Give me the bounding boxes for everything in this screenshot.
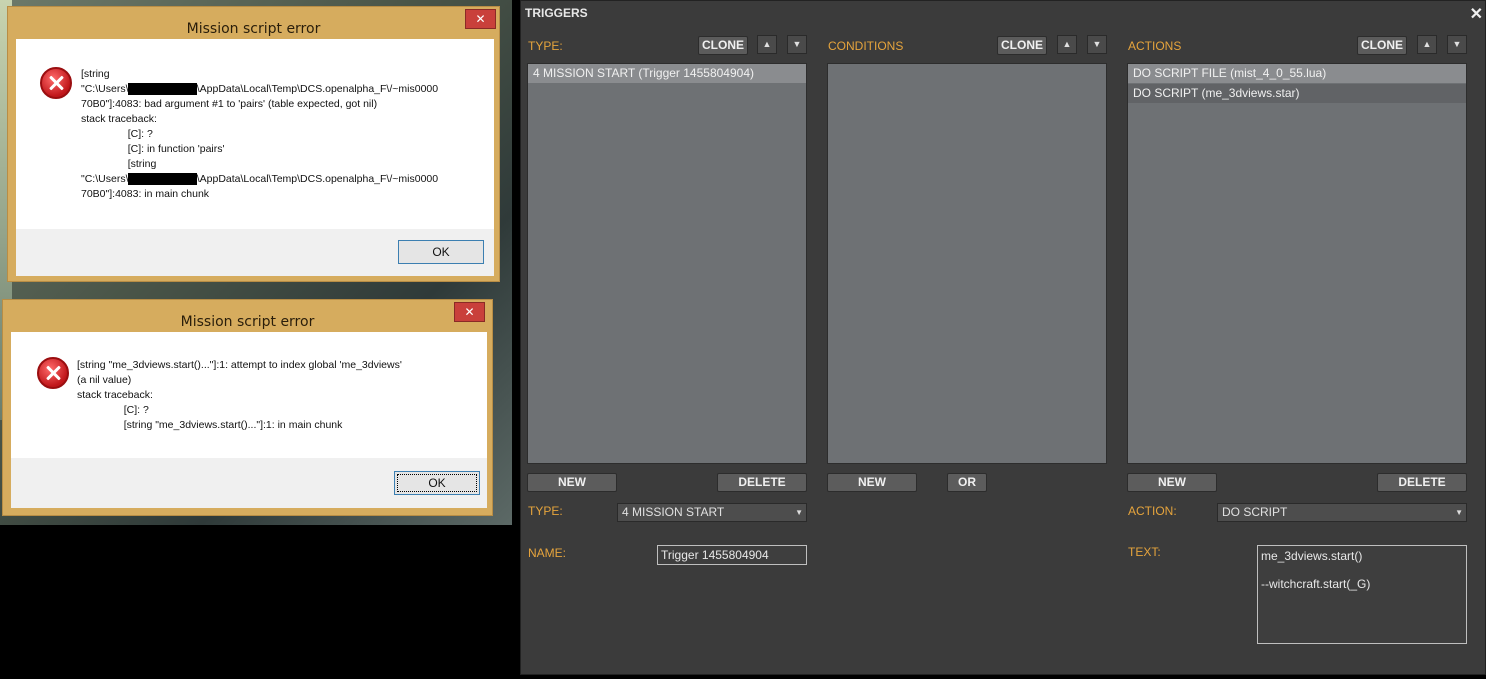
message-line: "C:\Users\ [81,83,129,95]
text-field-label: TEXT: [1128,545,1161,559]
delete-action-button[interactable]: DELETE [1377,473,1467,492]
message-line: [C]: ? [127,128,153,140]
move-up-icon[interactable]: ▲ [757,35,777,54]
message-line: [string [127,158,157,170]
clone-action-button[interactable]: CLONE [1357,36,1407,55]
chevron-down-icon: ▼ [795,508,803,517]
message-line: \AppData\Local\Temp\DCS.openalpha_F\/~mi… [196,173,439,185]
move-down-icon[interactable]: ▼ [1447,35,1467,54]
clone-trigger-button[interactable]: CLONE [698,36,748,55]
trigger-type-value: 4 MISSION START [622,505,725,519]
redacted-username: xxxxxxxxxxxxx [128,83,197,95]
action-type-select[interactable]: DO SCRIPT ▼ [1217,503,1467,522]
message-line: stack traceback: [77,389,153,401]
error-message: [string "me_3dviews.start()..."]:1: atte… [77,358,402,433]
close-button[interactable]: ✕ [465,9,496,29]
close-button[interactable]: ✕ [454,302,485,322]
action-list: DO SCRIPT FILE (mist_4_0_55.lua) DO SCRI… [1127,63,1467,464]
dialog-footer: OK [11,458,487,508]
trigger-name-input[interactable]: Trigger 1455804904 [657,545,807,565]
message-line: [string "me_3dviews.start()..."]:1: atte… [77,359,402,371]
list-item[interactable]: DO SCRIPT FILE (mist_4_0_55.lua) [1128,64,1466,83]
chevron-down-icon: ▼ [1455,508,1463,517]
ok-button[interactable]: OK [394,471,480,495]
dialog-title: Mission script error [186,21,321,37]
dialog-message-area: [string "me_3dviews.start()..."]:1: atte… [11,332,487,458]
action-type-value: DO SCRIPT [1222,505,1288,519]
action-field-label: ACTION: [1128,504,1177,518]
panel-title: TRIGGERS [525,6,588,20]
move-down-icon[interactable]: ▼ [787,35,807,54]
panel-header: TRIGGERS ✕ [521,1,1485,25]
dialog-title: Mission script error [180,314,315,330]
triggers-panel: TRIGGERS ✕ TYPE: CLONE ▲ ▼ 4 MISSION STA… [520,0,1486,675]
clone-condition-button[interactable]: CLONE [997,36,1047,55]
new-condition-button[interactable]: NEW [827,473,917,492]
message-line: \AppData\Local\Temp\DCS.openalpha_F\/~mi… [196,83,439,95]
conditions-section-label: CONDITIONS [828,39,904,53]
message-line: "C:\Users\ [81,173,129,185]
message-line: 70B0"]:4083: in main chunk [81,188,210,200]
error-message: [string "C:\Users\xxxxxxxxxxxxx\AppData\… [81,67,438,202]
message-line: [string "me_3dviews.start()..."]:1: in m… [123,419,343,431]
move-up-icon[interactable]: ▲ [1417,35,1437,54]
message-line: 70B0"]:4083: bad argument #1 to 'pairs' … [81,98,378,110]
message-line: stack traceback: [81,113,157,125]
ok-button[interactable]: OK [398,240,484,264]
dialog-message-area: [string "C:\Users\xxxxxxxxxxxxx\AppData\… [16,39,494,229]
move-up-icon[interactable]: ▲ [1057,35,1077,54]
new-action-button[interactable]: NEW [1127,473,1217,492]
dialog-footer: OK [16,229,494,276]
close-icon[interactable]: ✕ [1470,4,1483,24]
type-field-label: TYPE: [528,504,563,518]
message-line: [C]: in function 'pairs' [127,143,225,155]
list-item[interactable]: DO SCRIPT (me_3dviews.star) [1128,84,1466,103]
type-section-label: TYPE: [528,39,563,53]
message-line: [C]: ? [123,404,149,416]
new-trigger-button[interactable]: NEW [527,473,617,492]
trigger-list: 4 MISSION START (Trigger 1455804904) [527,63,807,464]
or-button[interactable]: OR [947,473,987,492]
trigger-type-select[interactable]: 4 MISSION START ▼ [617,503,807,522]
error-icon [40,67,72,99]
delete-trigger-button[interactable]: DELETE [717,473,807,492]
name-field-label: NAME: [528,546,567,560]
redacted-username: xxxxxxxxxxxxx [128,173,197,185]
error-dialog-me3dviews: Mission script error ✕ [string "me_3dvie… [2,299,493,516]
actions-section-label: ACTIONS [1128,39,1182,53]
condition-list [827,63,1107,464]
list-item[interactable]: 4 MISSION START (Trigger 1455804904) [528,64,806,83]
move-down-icon[interactable]: ▼ [1087,35,1107,54]
message-line: [string [81,68,110,80]
error-dialog-pairs: Mission script error ✕ [string "C:\Users… [7,6,500,282]
message-line: (a nil value) [77,374,132,386]
script-text-area[interactable]: me_3dviews.start() --witchcraft.start(_G… [1257,545,1467,644]
error-icon [37,357,69,389]
